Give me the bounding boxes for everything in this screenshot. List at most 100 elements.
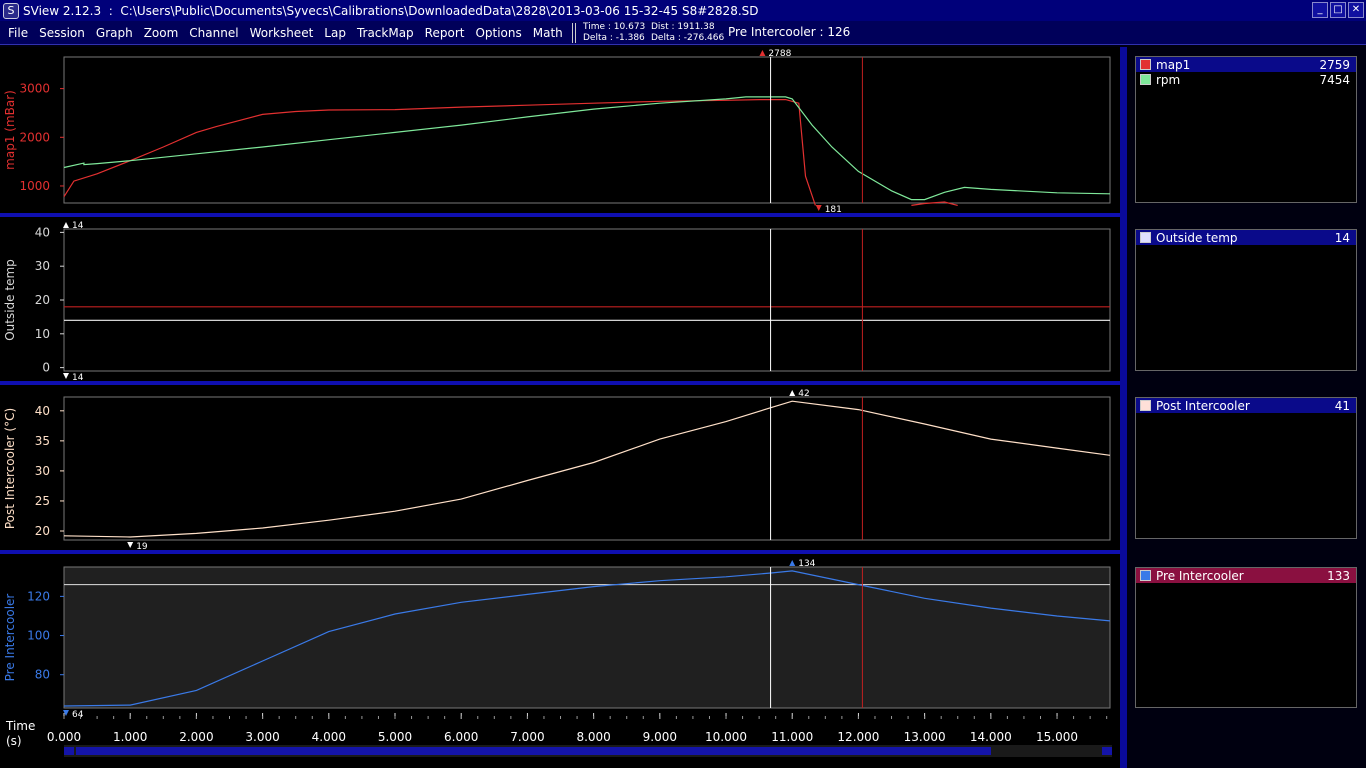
legend-box-post[interactable]: Post Intercooler 41 — [1135, 397, 1357, 539]
x-tick-label: 4.000 — [312, 730, 346, 744]
x-tick-label: 2.000 — [179, 730, 213, 744]
legend-value: 2759 — [1319, 57, 1350, 72]
plot-frame-post — [63, 396, 1111, 541]
pre-intercooler-color-swatch — [1140, 570, 1151, 581]
time-scrollbar[interactable] — [64, 745, 1112, 757]
y-tick-label: 40 — [35, 225, 50, 239]
x-tick-label: 5.000 — [378, 730, 412, 744]
x-tick-label: 15.000 — [1036, 730, 1078, 744]
title-separator: : — [108, 3, 113, 18]
scroll-thumb[interactable] — [76, 747, 991, 755]
plot-frame-pre — [63, 566, 1111, 709]
legend-name: rpm — [1156, 72, 1181, 87]
legend-row-post-intercooler[interactable]: Post Intercooler 41 — [1136, 398, 1356, 413]
menu-graph[interactable]: Graph — [96, 26, 133, 40]
x-tick-label: 10.000 — [705, 730, 747, 744]
menu-options[interactable]: Options — [475, 26, 521, 40]
cursor-dist-readout: Dist : 1911.38 Delta : -276.466 — [651, 22, 724, 44]
restore-button[interactable]: □ — [1330, 2, 1346, 18]
legend-panel: map1 2759 rpm 7454 Outside temp 14 Post … — [1127, 47, 1366, 768]
y-tick-label: 20 — [35, 293, 50, 307]
graph-splitter-3[interactable] — [0, 550, 1120, 554]
cursor-delta-dist: Delta : -276.466 — [651, 33, 725, 43]
x-tick-label: 13.000 — [904, 730, 946, 744]
max-marker-icon — [63, 222, 69, 228]
menu-channel[interactable]: Channel — [189, 26, 238, 40]
cursor-dist: Dist : 1911.38 — [651, 22, 715, 32]
legend-row-rpm[interactable]: rpm 7454 — [1136, 72, 1356, 87]
panel-splitter[interactable] — [1120, 47, 1127, 768]
x-tick-label: 9.000 — [643, 730, 677, 744]
x-axis-label: Time — [5, 719, 35, 733]
app-name: SView 2.12.3 — [23, 3, 102, 18]
cursor-time-readout: Time : 10.673 Delta : -1.386 — [583, 22, 645, 44]
legend-value: 41 — [1334, 398, 1350, 413]
x-tick-label: 12.000 — [837, 730, 879, 744]
scroll-right-arrow[interactable] — [1102, 747, 1112, 755]
y-axis-label: Post Intercooler (°C) — [3, 408, 17, 529]
menu-zoom[interactable]: Zoom — [144, 26, 179, 40]
close-button[interactable]: ✕ — [1348, 2, 1364, 18]
window-controls: _ □ ✕ — [1312, 2, 1364, 18]
menu-report[interactable]: Report — [425, 26, 465, 40]
max-marker-icon — [759, 50, 766, 56]
x-tick-label: 7.000 — [510, 730, 544, 744]
x-tick-label: 14.000 — [970, 730, 1012, 744]
min-marker-label: 64 — [72, 710, 84, 720]
legend-box-outside[interactable]: Outside temp 14 — [1135, 229, 1357, 371]
x-tick-label: 3.000 — [245, 730, 279, 744]
y-axis-label: Outside temp — [3, 259, 17, 341]
legend-box-pre[interactable]: Pre Intercooler 133 — [1135, 567, 1357, 708]
cursor-delta-time: Delta : -1.386 — [583, 33, 645, 43]
menu-trackmap[interactable]: TrackMap — [357, 26, 414, 40]
y-tick-label: 35 — [35, 434, 50, 448]
y-tick-label: 10 — [35, 327, 50, 341]
x-tick-label: 6.000 — [444, 730, 478, 744]
legend-name: Post Intercooler — [1156, 398, 1250, 413]
graphs-canvas[interactable]: 300020001000map1 (mBar)2788181403020100O… — [0, 47, 1120, 768]
rpm-color-swatch — [1140, 74, 1151, 85]
menu-lap[interactable]: Lap — [324, 26, 346, 40]
y-tick-label: 30 — [35, 259, 50, 273]
min-marker-icon — [127, 542, 134, 548]
y-tick-label: 20 — [35, 524, 50, 538]
x-tick-label: 11.000 — [771, 730, 813, 744]
y-axis-label: map1 (mBar) — [3, 90, 17, 170]
menu-math[interactable]: Math — [533, 26, 563, 40]
graph-splitter-2[interactable] — [0, 381, 1120, 385]
menu-separator — [572, 23, 576, 43]
x-tick-label: 8.000 — [576, 730, 610, 744]
x-tick-label: 0.000 — [47, 730, 81, 744]
minimize-button[interactable]: _ — [1312, 2, 1328, 18]
max-marker-label: 2788 — [768, 49, 791, 59]
graph-area[interactable]: 3000 2000 1000 map1 (mBar) 2788 181 40 30 20 10 0 O… — [0, 47, 1120, 768]
y-tick-label: 25 — [35, 494, 50, 508]
legend-value: 133 — [1327, 568, 1350, 583]
menu-worksheet[interactable]: Worksheet — [250, 26, 314, 40]
menu-session[interactable]: Session — [39, 26, 85, 40]
y-tick-label: 1000 — [19, 179, 50, 193]
map1-color-swatch — [1140, 59, 1151, 70]
app-logo-icon: S — [3, 2, 19, 19]
legend-value: 7454 — [1319, 72, 1350, 87]
y-tick-label: 30 — [35, 464, 50, 478]
max-marker-icon — [789, 390, 796, 396]
y-tick-label: 0 — [42, 361, 50, 375]
legend-row-map1[interactable]: map1 2759 — [1136, 57, 1356, 72]
graph-splitter-1[interactable] — [0, 213, 1120, 217]
legend-name: Pre Intercooler — [1156, 568, 1244, 583]
legend-row-pre-intercooler[interactable]: Pre Intercooler 133 — [1136, 568, 1356, 583]
y-tick-label: 3000 — [19, 82, 50, 96]
scroll-left-arrow[interactable] — [64, 747, 74, 755]
min-marker-icon — [815, 205, 822, 211]
menu-file[interactable]: File — [8, 26, 28, 40]
legend-box-map1[interactable]: map1 2759 rpm 7454 — [1135, 56, 1357, 203]
y-tick-label: 80 — [35, 668, 50, 682]
min-marker-icon — [63, 373, 69, 379]
y-tick-label: 120 — [27, 589, 50, 603]
x-tick-label: 1.000 — [113, 730, 147, 744]
legend-row-outside-temp[interactable]: Outside temp 14 — [1136, 230, 1356, 245]
x-axis-unit: (s) — [6, 734, 22, 748]
y-tick-label: 2000 — [19, 130, 50, 144]
y-tick-label: 40 — [35, 404, 50, 418]
